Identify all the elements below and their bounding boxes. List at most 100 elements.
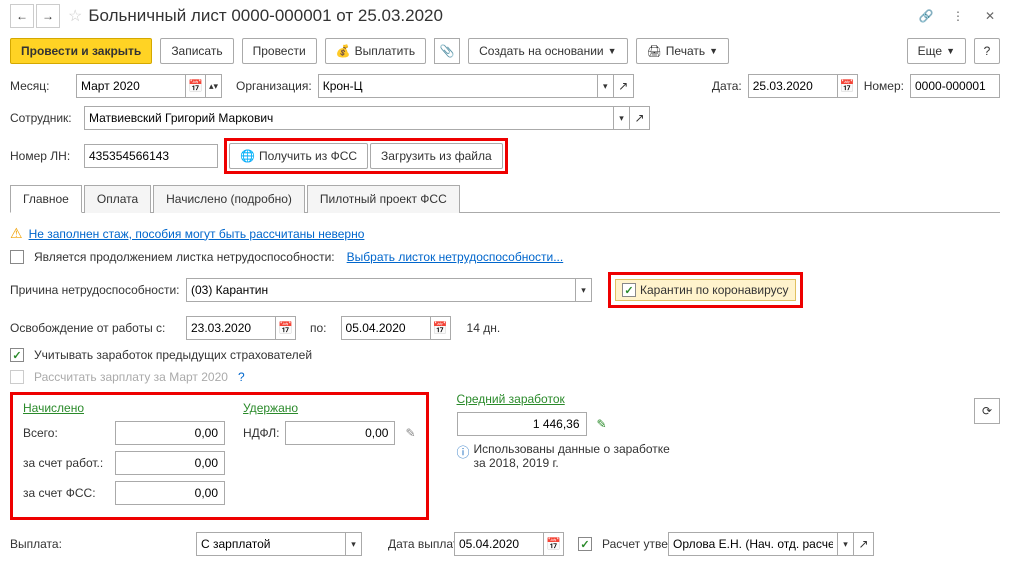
recalc-label: Рассчитать зарплату за Март 2020 bbox=[34, 370, 228, 384]
tab-main[interactable]: Главное bbox=[10, 185, 82, 213]
accrued-header: Начислено bbox=[23, 401, 225, 415]
calendar-icon[interactable]: 📅 bbox=[276, 316, 296, 340]
post-button[interactable]: Провести bbox=[242, 38, 317, 64]
tab-pilot[interactable]: Пилотный проект ФСС bbox=[307, 185, 460, 213]
org-input[interactable] bbox=[318, 74, 598, 98]
approved-checkbox[interactable] bbox=[578, 537, 592, 551]
help-button[interactable]: ? bbox=[974, 38, 1000, 64]
open-icon[interactable]: ↗ bbox=[630, 106, 650, 130]
link-icon[interactable]: 🔗 bbox=[916, 6, 936, 26]
info-icon: ⓘ bbox=[457, 442, 470, 461]
info-text: Использованы данные о заработке за 2018,… bbox=[474, 442, 677, 470]
dropdown-icon[interactable]: ▾ bbox=[576, 278, 592, 302]
release-to-input[interactable] bbox=[341, 316, 431, 340]
employer-label: за счет работ.: bbox=[23, 456, 109, 470]
load-file-button[interactable]: Загрузить из файла bbox=[370, 143, 503, 169]
chevron-down-icon: ▼ bbox=[608, 46, 617, 56]
money-icon: 💰 bbox=[336, 44, 351, 58]
payout-date-input[interactable] bbox=[454, 532, 544, 556]
month-input[interactable] bbox=[76, 74, 186, 98]
continuation-link[interactable]: Выбрать листок нетрудоспособности... bbox=[347, 250, 564, 264]
approved-label: Расчет утвердил bbox=[602, 537, 662, 551]
chevron-down-icon: ▼ bbox=[709, 46, 718, 56]
tab-payment[interactable]: Оплата bbox=[84, 185, 151, 213]
release-from-input[interactable] bbox=[186, 316, 276, 340]
approver-input[interactable] bbox=[668, 532, 838, 556]
favorite-icon[interactable]: ☆ bbox=[68, 6, 82, 26]
payout-input[interactable] bbox=[196, 532, 346, 556]
continuation-checkbox[interactable] bbox=[10, 250, 24, 264]
date-input[interactable] bbox=[748, 74, 838, 98]
release-to-label: по: bbox=[310, 321, 327, 335]
back-button[interactable]: ← bbox=[10, 4, 34, 28]
number-input[interactable] bbox=[910, 74, 1000, 98]
print-button[interactable]: 🖨Печать▼ bbox=[636, 38, 729, 64]
org-label: Организация: bbox=[236, 79, 312, 93]
total-input[interactable] bbox=[115, 421, 225, 445]
month-label: Месяц: bbox=[10, 79, 70, 93]
avg-input[interactable] bbox=[457, 412, 587, 436]
days-label: 14 дн. bbox=[467, 321, 501, 335]
dropdown-icon[interactable]: ▾ bbox=[598, 74, 614, 98]
kebab-icon[interactable]: ⋮ bbox=[948, 6, 968, 26]
ln-input[interactable] bbox=[84, 144, 218, 168]
create-base-button[interactable]: Создать на основании▼ bbox=[468, 38, 627, 64]
calendar-icon[interactable]: 📅 bbox=[838, 74, 858, 98]
forward-button[interactable]: → bbox=[36, 4, 60, 28]
dropdown-icon[interactable]: ▾ bbox=[346, 532, 362, 556]
open-icon[interactable]: ↗ bbox=[854, 532, 874, 556]
payout-date-label: Дата выплаты: bbox=[388, 537, 448, 551]
warning-icon: ⚠ bbox=[10, 225, 23, 242]
covid-checkbox[interactable] bbox=[622, 283, 636, 297]
avg-header: Средний заработок bbox=[457, 392, 677, 406]
calendar-icon[interactable]: 📅 bbox=[186, 74, 206, 98]
open-icon[interactable]: ↗ bbox=[614, 74, 634, 98]
pay-button[interactable]: 💰Выплатить bbox=[325, 38, 426, 64]
reason-input[interactable] bbox=[186, 278, 576, 302]
prev-earn-label: Учитывать заработок предыдущих страховат… bbox=[34, 348, 312, 362]
employer-input[interactable] bbox=[115, 451, 225, 475]
close-icon[interactable]: ✕ bbox=[980, 6, 1000, 26]
total-label: Всего: bbox=[23, 426, 109, 440]
globe-icon: 🌐 bbox=[240, 149, 255, 163]
release-label: Освобождение от работы с: bbox=[10, 321, 180, 335]
number-label: Номер: bbox=[864, 79, 904, 93]
tabs: Главное Оплата Начислено (подробно) Пило… bbox=[10, 184, 1000, 213]
dropdown-icon[interactable]: ▾ bbox=[614, 106, 630, 130]
save-button[interactable]: Записать bbox=[160, 38, 233, 64]
continuation-label: Является продолжением листка нетрудоспос… bbox=[34, 250, 335, 264]
fss-label: за счет ФСС: bbox=[23, 486, 109, 500]
calendar-icon[interactable]: 📅 bbox=[431, 316, 451, 340]
employee-label: Сотрудник: bbox=[10, 111, 78, 125]
covid-highlight: Карантин по коронавирусу bbox=[608, 272, 803, 308]
tab-accrued[interactable]: Начислено (подробно) bbox=[153, 185, 305, 213]
withheld-header: Удержано bbox=[243, 401, 416, 415]
get-fss-button[interactable]: 🌐Получить из ФСС bbox=[229, 143, 368, 169]
ln-label: Номер ЛН: bbox=[10, 149, 78, 163]
more-button[interactable]: Еще▼ bbox=[907, 38, 966, 64]
print-icon: 🖨 bbox=[647, 44, 662, 58]
recalc-checkbox bbox=[10, 370, 24, 384]
dropdown-icon[interactable]: ▾ bbox=[838, 532, 854, 556]
chevron-down-icon: ▼ bbox=[946, 46, 955, 56]
reason-label: Причина нетрудоспособности: bbox=[10, 283, 180, 297]
warning-link[interactable]: Не заполнен стаж, пособия могут быть рас… bbox=[29, 227, 365, 241]
fss-input[interactable] bbox=[115, 481, 225, 505]
fss-buttons-highlight: 🌐Получить из ФСС Загрузить из файла bbox=[224, 138, 508, 174]
calendar-icon[interactable]: 📅 bbox=[544, 532, 564, 556]
refresh-button[interactable]: ⟳ bbox=[974, 398, 1000, 424]
employee-input[interactable] bbox=[84, 106, 614, 130]
ndfl-input[interactable] bbox=[285, 421, 395, 445]
pencil-icon[interactable]: ✎ bbox=[597, 417, 607, 431]
page-title: Больничный лист 0000-000001 от 25.03.202… bbox=[88, 6, 916, 26]
pencil-icon[interactable]: ✎ bbox=[405, 426, 415, 440]
recalc-help[interactable]: ? bbox=[238, 370, 245, 384]
calc-highlight: Начислено Всего: за счет работ.: за счет… bbox=[10, 392, 429, 520]
post-close-button[interactable]: Провести и закрыть bbox=[10, 38, 152, 64]
payout-label: Выплата: bbox=[10, 537, 80, 551]
prev-earn-checkbox[interactable] bbox=[10, 348, 24, 362]
covid-label: Карантин по коронавирусу bbox=[640, 283, 789, 297]
spinner-icon[interactable]: ▴▾ bbox=[206, 74, 222, 98]
attach-button[interactable]: 📎 bbox=[434, 38, 460, 64]
date-label: Дата: bbox=[712, 79, 742, 93]
